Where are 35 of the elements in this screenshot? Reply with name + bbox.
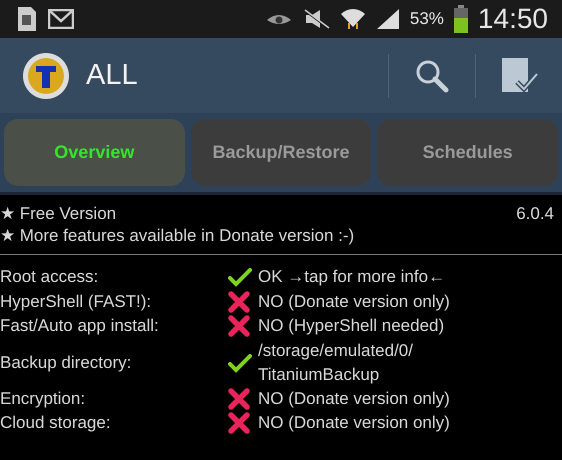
tab[interactable]: Backup/Restore [190,119,372,186]
check-value[interactable]: OK →tap for more info← [258,265,562,290]
mute-icon [302,9,330,29]
version-number: 6.0.4 [516,203,554,225]
cross-icon [228,290,250,313]
check-label: Cloud storage: [0,412,112,434]
check-value: NO (Donate version only) [258,290,451,313]
check-label: Root access: [0,266,100,288]
cross-icon [228,315,250,338]
wifi-icon [340,7,366,31]
clock-time: 14:50 [478,3,548,35]
tab[interactable]: Overview [4,119,185,186]
check-value: NO (HyperShell needed) [258,315,446,338]
check-label: HyperShell (FAST!): [0,290,152,313]
app-title: ALL [86,59,138,92]
battery-icon [454,5,468,33]
app-logo-icon[interactable] [22,52,70,100]
mail-icon [48,9,74,29]
info-line: ★ More features available in Donate version :-) [0,225,354,247]
check-label: Backup directory: [0,352,132,374]
sim-card-icon [16,6,38,32]
check-value: NO (Donate version only) [258,412,451,434]
check-icon [228,352,252,372]
check-label: Encryption: [0,388,86,410]
signal-icon [376,8,400,30]
check-value: NO (Donate version only) [258,388,451,410]
check-label: Fast/Auto app install: [0,315,160,338]
tab[interactable]: Schedules [377,119,558,186]
search-icon [414,58,450,94]
info-line: ★ Free Version [0,203,118,225]
cross-icon [228,412,250,434]
cross-icon [228,388,250,410]
check-value: /storage/emulated/0/ TitaniumBackup [258,340,414,386]
battery-percent: 53% [410,9,444,29]
check-icon [228,267,252,288]
